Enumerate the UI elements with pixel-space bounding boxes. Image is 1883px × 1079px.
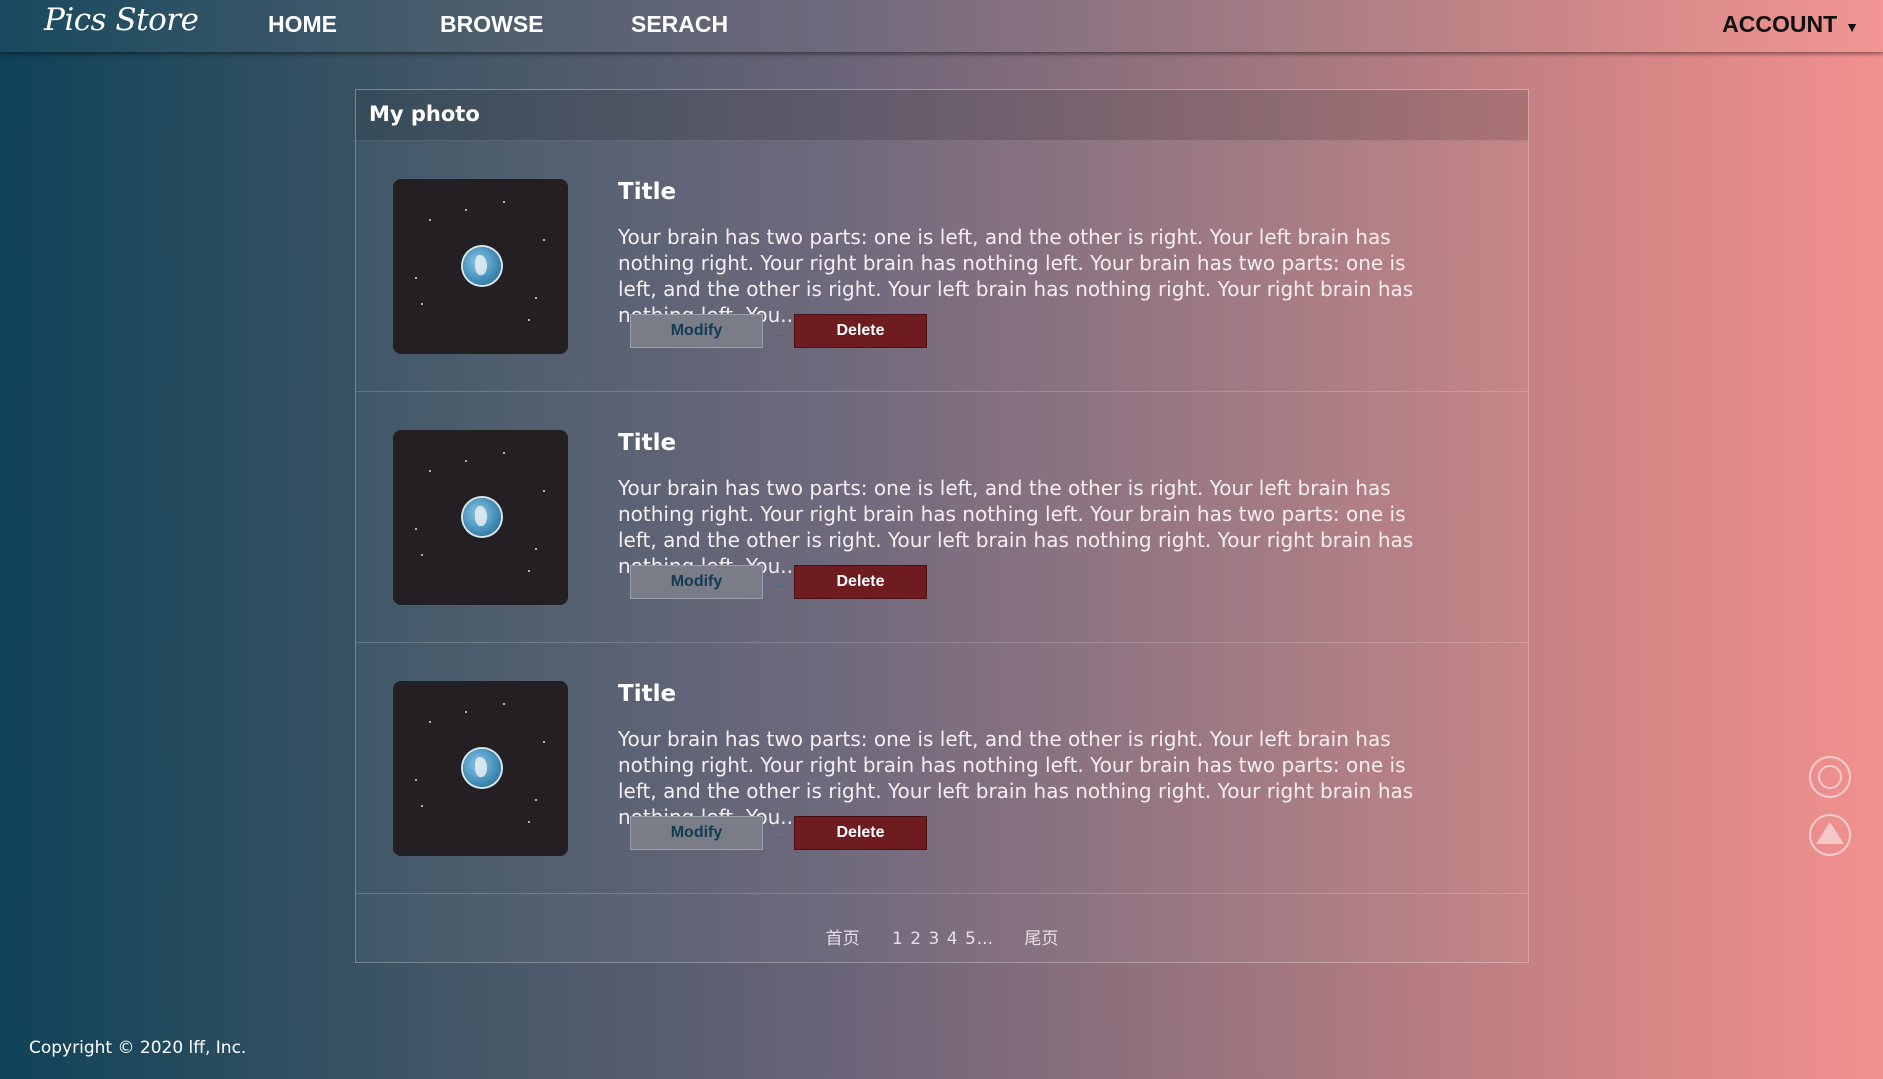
photo-list-item: Title Your brain has two parts: one is l… bbox=[356, 141, 1528, 392]
nav-browse-link[interactable]: BROWSE bbox=[440, 11, 544, 38]
photo-thumbnail[interactable] bbox=[393, 179, 568, 354]
pagination-first-link[interactable]: 首页 bbox=[826, 929, 860, 949]
pagination: 首页 1 2 3 4 5... 尾页 bbox=[356, 924, 1528, 949]
footer-copyright: Copyright © 2020 lff, Inc. bbox=[29, 1038, 247, 1058]
panel-title: My photo bbox=[356, 90, 1528, 141]
photo-description: Your brain has two parts: one is left, a… bbox=[618, 727, 1414, 829]
modify-button[interactable]: Modify bbox=[630, 816, 763, 850]
pagination-page-2[interactable]: 2 bbox=[910, 929, 921, 949]
back-to-top-icon[interactable] bbox=[1809, 814, 1851, 856]
pagination-page-5[interactable]: 5 bbox=[965, 929, 976, 949]
pagination-page-4[interactable]: 4 bbox=[947, 929, 958, 949]
photo-title: Title bbox=[618, 430, 677, 456]
button-separator bbox=[775, 586, 783, 587]
globe-icon bbox=[463, 498, 501, 536]
photo-title: Title bbox=[618, 681, 677, 707]
photo-description: Your brain has two parts: one is left, a… bbox=[618, 225, 1414, 327]
photo-description: Your brain has two parts: one is left, a… bbox=[618, 476, 1414, 578]
delete-button[interactable]: Delete bbox=[794, 314, 927, 348]
button-separator bbox=[775, 837, 783, 838]
modify-button[interactable]: Modify bbox=[630, 565, 763, 599]
pagination-ellipsis: ... bbox=[976, 929, 993, 949]
delete-button[interactable]: Delete bbox=[794, 816, 927, 850]
modify-button[interactable]: Modify bbox=[630, 314, 763, 348]
button-separator bbox=[775, 335, 783, 336]
chevron-down-icon: ▼ bbox=[1845, 19, 1859, 35]
pagination-page-3[interactable]: 3 bbox=[928, 929, 939, 949]
my-photo-panel: My photo Title Your brain has two parts:… bbox=[355, 89, 1529, 963]
photo-title: Title bbox=[618, 179, 677, 205]
photo-list-item: Title Your brain has two parts: one is l… bbox=[356, 643, 1528, 894]
photo-list-item: Title Your brain has two parts: one is l… bbox=[356, 392, 1528, 643]
top-navbar: Pics Store HOME BROWSE SERACH ACCOUNT ▼ bbox=[0, 0, 1883, 52]
nav-search-link[interactable]: SERACH bbox=[631, 11, 728, 38]
nav-home-link[interactable]: HOME bbox=[268, 11, 337, 38]
refresh-icon[interactable] bbox=[1809, 756, 1851, 798]
account-menu[interactable]: ACCOUNT ▼ bbox=[1722, 11, 1859, 38]
globe-icon bbox=[463, 749, 501, 787]
account-label: ACCOUNT bbox=[1722, 11, 1838, 37]
delete-button[interactable]: Delete bbox=[794, 565, 927, 599]
globe-icon bbox=[463, 247, 501, 285]
pagination-last-link[interactable]: 尾页 bbox=[1024, 929, 1058, 949]
pagination-page-1[interactable]: 1 bbox=[892, 929, 903, 949]
site-logo[interactable]: Pics Store bbox=[44, 2, 199, 38]
photo-thumbnail[interactable] bbox=[393, 681, 568, 856]
photo-thumbnail[interactable] bbox=[393, 430, 568, 605]
